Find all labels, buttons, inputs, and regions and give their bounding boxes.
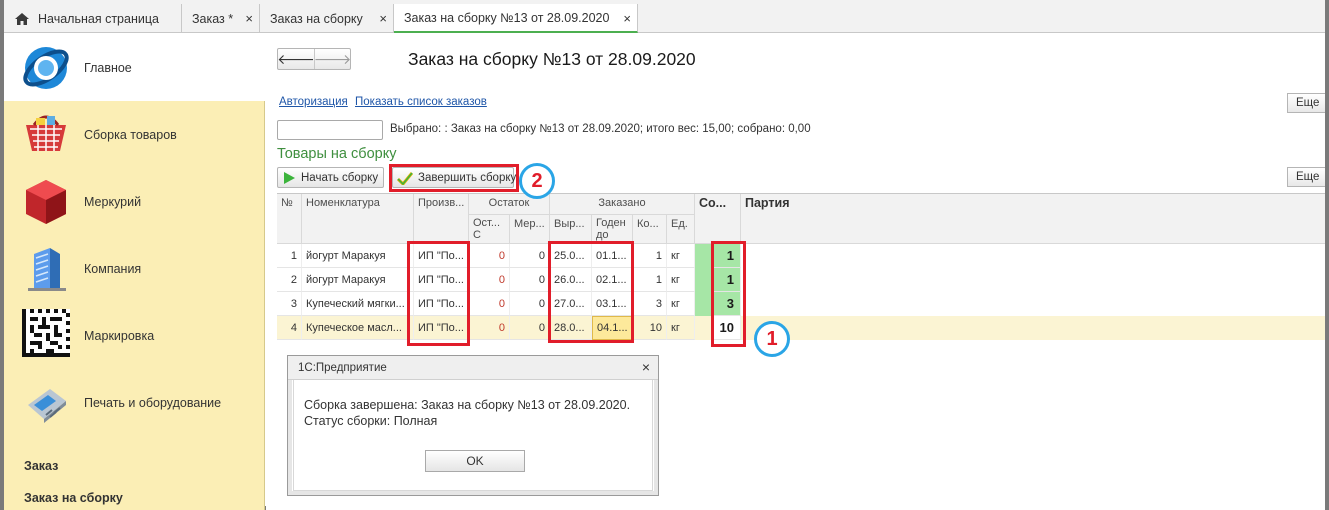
table-row-2-n[interactable]: 2 — [277, 268, 302, 292]
table-row-4-n[interactable]: 4 — [277, 316, 302, 340]
main-logo-icon — [20, 42, 72, 94]
play-icon — [282, 171, 296, 185]
sidebar-item-marking[interactable]: Маркировка — [4, 302, 265, 369]
building-icon — [20, 242, 72, 294]
annotation-box-producer — [407, 241, 470, 346]
sidebar-item-label: Маркировка — [84, 328, 155, 343]
cube-icon — [20, 176, 72, 228]
table-row-4-ko[interactable]: 10 — [633, 316, 667, 340]
col-header-nomenclature[interactable]: Номенклатура — [302, 194, 414, 244]
tab-label: Начальная страница — [38, 11, 159, 26]
pos-terminal-icon — [20, 375, 72, 427]
sidebar-item-mercury[interactable]: Меркурий — [4, 168, 265, 235]
annotation-box-collected — [711, 241, 746, 347]
auth-link[interactable]: Авторизация — [279, 96, 348, 108]
basket-icon — [20, 107, 72, 159]
ok-button[interactable]: OK — [425, 450, 525, 472]
start-assembly-button[interactable]: Начать сборку — [277, 167, 384, 188]
more-button[interactable]: Еще — [1287, 93, 1325, 113]
close-icon[interactable]: × — [245, 11, 253, 26]
col-header-vyr[interactable]: Выр... — [550, 215, 592, 244]
annotation-box-dates — [548, 241, 634, 343]
table-row-3-nomenclature[interactable]: Купеческий мягки... — [302, 292, 414, 316]
col-header-n[interactable]: № — [277, 194, 302, 244]
sidebar-item-label: Компания — [84, 261, 142, 276]
table-row-2-ed[interactable]: кг — [667, 268, 695, 292]
message-dialog: 1С:Предприятие × Сборка завершена: Заказ… — [287, 355, 659, 496]
annotation-box-finish-button — [389, 164, 519, 192]
sidebar-item-label: Печать и оборудование — [84, 395, 222, 410]
table-row-1-n[interactable]: 1 — [277, 244, 302, 268]
table-row-3-mer[interactable]: 0 — [510, 292, 550, 316]
table-row-4-nomenclature[interactable]: Купеческое масл... — [302, 316, 414, 340]
tab-label: Заказ на сборку — [270, 11, 363, 26]
close-icon[interactable]: × — [642, 359, 650, 375]
sidebar-item-label: Сборка товаров — [84, 127, 177, 142]
tab-home[interactable]: Начальная страница — [4, 4, 182, 33]
dialog-message-line: Сборка завершена: Заказ на сборку №13 от… — [304, 398, 631, 412]
close-icon[interactable]: × — [379, 11, 387, 26]
show-orders-link[interactable]: Показать список заказов — [355, 96, 487, 108]
sidebar-item-assembly[interactable]: Сборка товаров — [4, 101, 265, 168]
table-row-1-ed[interactable]: кг — [667, 244, 695, 268]
section-title: Товары на сборку — [277, 146, 397, 162]
tab-label: Заказ на сборку №13 от 28.09.2020 — [404, 10, 610, 25]
table-row-1-nomenclature[interactable]: йогурт Маракуя — [302, 244, 414, 268]
table-row-2-nomenclature[interactable]: йогурт Маракуя — [302, 268, 414, 292]
button-label: Начать сборку — [301, 171, 379, 184]
col-header-ko[interactable]: Ко... — [633, 215, 667, 244]
close-icon[interactable]: × — [623, 11, 631, 26]
table-row-4-mer[interactable]: 0 — [510, 316, 550, 340]
table-row-3-ost-s[interactable]: 0 — [469, 292, 510, 316]
table-row-2-ost-s[interactable]: 0 — [469, 268, 510, 292]
sidebar-link-order[interactable]: Заказ — [24, 459, 58, 473]
sidebar-link-assembly-order[interactable]: Заказ на сборку — [24, 491, 123, 505]
table-row-4-ost-s[interactable]: 0 — [469, 316, 510, 340]
table-row-2-mer[interactable]: 0 — [510, 268, 550, 292]
home-icon — [14, 12, 30, 26]
selected-info: Выбрано: : Заказ на сборку №13 от 28.09.… — [390, 123, 811, 135]
sidebar-item-label: Главное — [84, 60, 132, 75]
table-row-1-ko[interactable]: 1 — [633, 244, 667, 268]
back-button[interactable]: 🡐 — [277, 49, 315, 69]
sidebar-item-main[interactable]: Главное — [4, 34, 265, 101]
col-header-partiya[interactable]: Партия — [741, 194, 1325, 244]
search-input[interactable] — [277, 120, 383, 140]
col-header-ost-s[interactable]: Ост... С — [469, 215, 510, 244]
group-header-zakazano: Заказано — [550, 194, 695, 215]
col-header-so[interactable]: Со... — [695, 194, 741, 244]
history-nav: 🡐 🡒 — [277, 48, 351, 70]
sidebar-item-company[interactable]: Компания — [4, 235, 265, 302]
col-header-goden[interactable]: Годен до — [592, 215, 633, 244]
dialog-message: Сборка завершена: Заказ на сборку №13 от… — [304, 397, 630, 429]
dialog-body: Сборка завершена: Заказ на сборку №13 от… — [293, 380, 653, 491]
sidebar: Главное Сборка товаров Меркурий Компания… — [4, 34, 265, 510]
col-header-ed[interactable]: Ед. — [667, 215, 695, 244]
col-header-producer[interactable]: Произв... — [414, 194, 469, 244]
annotation-marker-2: 2 — [519, 163, 555, 199]
table-row-3-ed[interactable]: кг — [667, 292, 695, 316]
sidebar-item-print[interactable]: Печать и оборудование — [4, 369, 265, 436]
table-row-1-ost-s[interactable]: 0 — [469, 244, 510, 268]
table-row-4-ed[interactable]: кг — [667, 316, 695, 340]
collected-marker — [695, 244, 711, 316]
tab-label: Заказ * — [192, 11, 234, 26]
col-header-mer[interactable]: Мер... — [510, 215, 550, 244]
dialog-message-line: Статус сборки: Полная — [304, 414, 438, 428]
sidebar-item-label: Меркурий — [84, 194, 142, 209]
datamatrix-icon — [22, 309, 70, 357]
forward-button[interactable]: 🡒 — [314, 49, 351, 69]
tab-bar: Начальная страница Заказ * × Заказ на сб… — [4, 0, 1325, 33]
tab-assembly-order-13[interactable]: Заказ на сборку №13 от 28.09.2020 × — [394, 4, 638, 33]
table-more-button[interactable]: Еще — [1287, 167, 1325, 187]
tab-assembly-order[interactable]: Заказ на сборку × — [260, 4, 394, 33]
table-row-3-ko[interactable]: 3 — [633, 292, 667, 316]
tab-order[interactable]: Заказ * × — [182, 4, 260, 33]
table-row-2-ko[interactable]: 1 — [633, 268, 667, 292]
table-row-3-n[interactable]: 3 — [277, 292, 302, 316]
dialog-title: 1С:Предприятие — [288, 356, 658, 380]
table-row-1-mer[interactable]: 0 — [510, 244, 550, 268]
page-title: Заказ на сборку №13 от 28.09.2020 — [408, 49, 696, 69]
annotation-marker-1: 1 — [754, 321, 790, 357]
